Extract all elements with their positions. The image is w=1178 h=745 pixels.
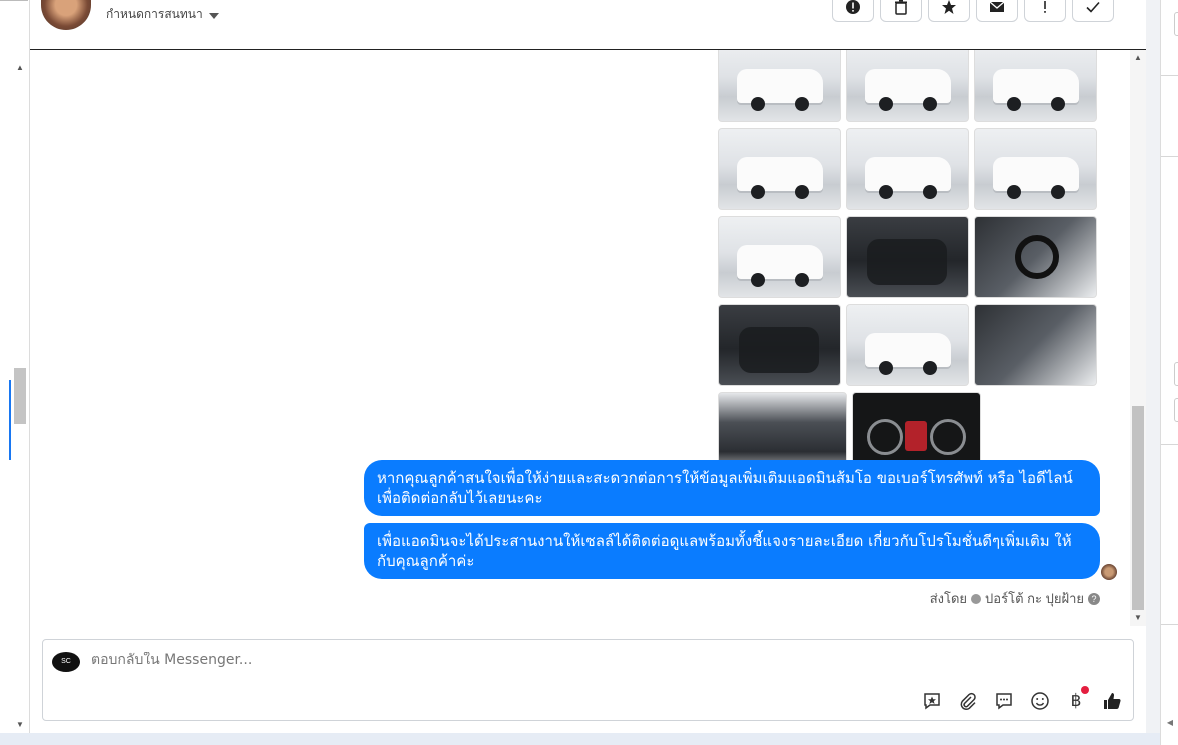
emoji-icon[interactable]: [1029, 690, 1051, 712]
gallery-row: [718, 128, 1100, 210]
attachment-icon[interactable]: [957, 690, 979, 712]
page-avatar: SC: [52, 652, 80, 672]
baht-icon[interactable]: ฿: [1065, 686, 1089, 712]
notification-dot: [1081, 686, 1089, 694]
car-photo[interactable]: [974, 216, 1097, 298]
chat-bubble-icon[interactable]: [993, 690, 1015, 712]
scroll-down-icon[interactable]: ▼: [12, 717, 28, 733]
sent-by-name[interactable]: ปอร์โต้ กะ ปุยฝ้าย: [985, 588, 1084, 609]
star-icon[interactable]: [928, 0, 970, 22]
conversation-header: กำหนดการสนทนา: [30, 0, 1146, 50]
divider: [1161, 444, 1178, 445]
check-icon[interactable]: [1072, 0, 1114, 22]
car-photo[interactable]: [718, 304, 841, 386]
divider: [1161, 624, 1178, 625]
message-bubble[interactable]: หากคุณลูกค้าสนใจเพื่อให้ง่ายและสะดวกต่อก…: [364, 460, 1100, 516]
car-photo[interactable]: [974, 50, 1097, 122]
car-photo[interactable]: [846, 304, 969, 386]
car-photo[interactable]: [718, 50, 841, 122]
assign-conversation[interactable]: กำหนดการสนทนา: [106, 5, 219, 24]
left-scrollbar[interactable]: ▲ ▼: [12, 60, 28, 733]
help-icon[interactable]: ?: [1088, 592, 1100, 605]
action-toolbar: [832, 0, 1114, 22]
divider: [1161, 75, 1178, 76]
car-photo[interactable]: [718, 128, 841, 210]
scroll-up-icon[interactable]: ▲: [1130, 50, 1146, 66]
composer-actions: ฿: [921, 686, 1123, 712]
gallery-row: [718, 50, 1100, 122]
thread-scrollbar[interactable]: ▲ ▼: [1130, 50, 1146, 626]
sent-by-prefix: ส่งโดย: [929, 591, 968, 606]
left-scrollbar-thumb[interactable]: [14, 368, 26, 424]
car-photo[interactable]: [846, 216, 969, 298]
avatar[interactable]: [41, 0, 91, 30]
verified-icon: [971, 593, 982, 604]
car-photo[interactable]: [718, 216, 841, 298]
car-photo[interactable]: [846, 50, 969, 122]
message-bubble[interactable]: เพื่อแอดมินจะได้ประสานงานให้เซลล์ได้ติดต…: [364, 523, 1100, 579]
reply-input[interactable]: [91, 652, 991, 668]
thread-scrollbar-thumb[interactable]: [1132, 406, 1144, 610]
divider: [1161, 156, 1178, 157]
photo-gallery: [718, 50, 1100, 478]
scroll-up-icon[interactable]: ▲: [12, 60, 28, 76]
app-frame: ▲ ▼ กำหนดการสนทนา หากคุณลูกค้าสนใจเพื่อใ…: [0, 0, 1178, 745]
right-panel-field[interactable]: [1174, 12, 1178, 36]
scroll-down-icon[interactable]: ◀: [1161, 713, 1178, 733]
car-photo[interactable]: [974, 304, 1097, 386]
reply-composer: SC ฿: [42, 639, 1134, 721]
bottom-strip: [0, 733, 1160, 745]
sent-by: ส่งโดย ปอร์โต้ กะ ปุยฝ้าย ?: [930, 588, 1100, 609]
right-panel: ◀: [1160, 0, 1178, 745]
gallery-row: [718, 216, 1100, 298]
gallery-row: [718, 304, 1100, 386]
assign-conversation-label: กำหนดการสนทนา: [106, 7, 203, 21]
message-thread: หากคุณลูกค้าสนใจเพื่อให้ง่ายและสะดวกต่อก…: [30, 50, 1130, 626]
thumbs-up-icon[interactable]: [1101, 690, 1123, 712]
mail-icon[interactable]: [976, 0, 1018, 22]
car-photo[interactable]: [846, 128, 969, 210]
divider: [0, 0, 28, 1]
right-panel-field[interactable]: [1174, 362, 1178, 386]
trash-icon[interactable]: [880, 0, 922, 22]
alert-circle-icon[interactable]: [832, 0, 874, 22]
scroll-down-icon[interactable]: ▼: [1130, 610, 1146, 626]
saved-reply-icon[interactable]: [921, 690, 943, 712]
seen-avatar: [1101, 564, 1117, 580]
exclamation-icon[interactable]: [1024, 0, 1066, 22]
right-panel-field[interactable]: [1174, 398, 1178, 422]
left-strip: ▲ ▼: [0, 0, 30, 733]
conversation-panel: กำหนดการสนทนา หากคุณลูกค้าสนใจเพื่อให้ง่…: [30, 0, 1146, 733]
active-indicator: [9, 380, 11, 460]
caret-down-icon: [208, 12, 219, 19]
car-photo[interactable]: [974, 128, 1097, 210]
